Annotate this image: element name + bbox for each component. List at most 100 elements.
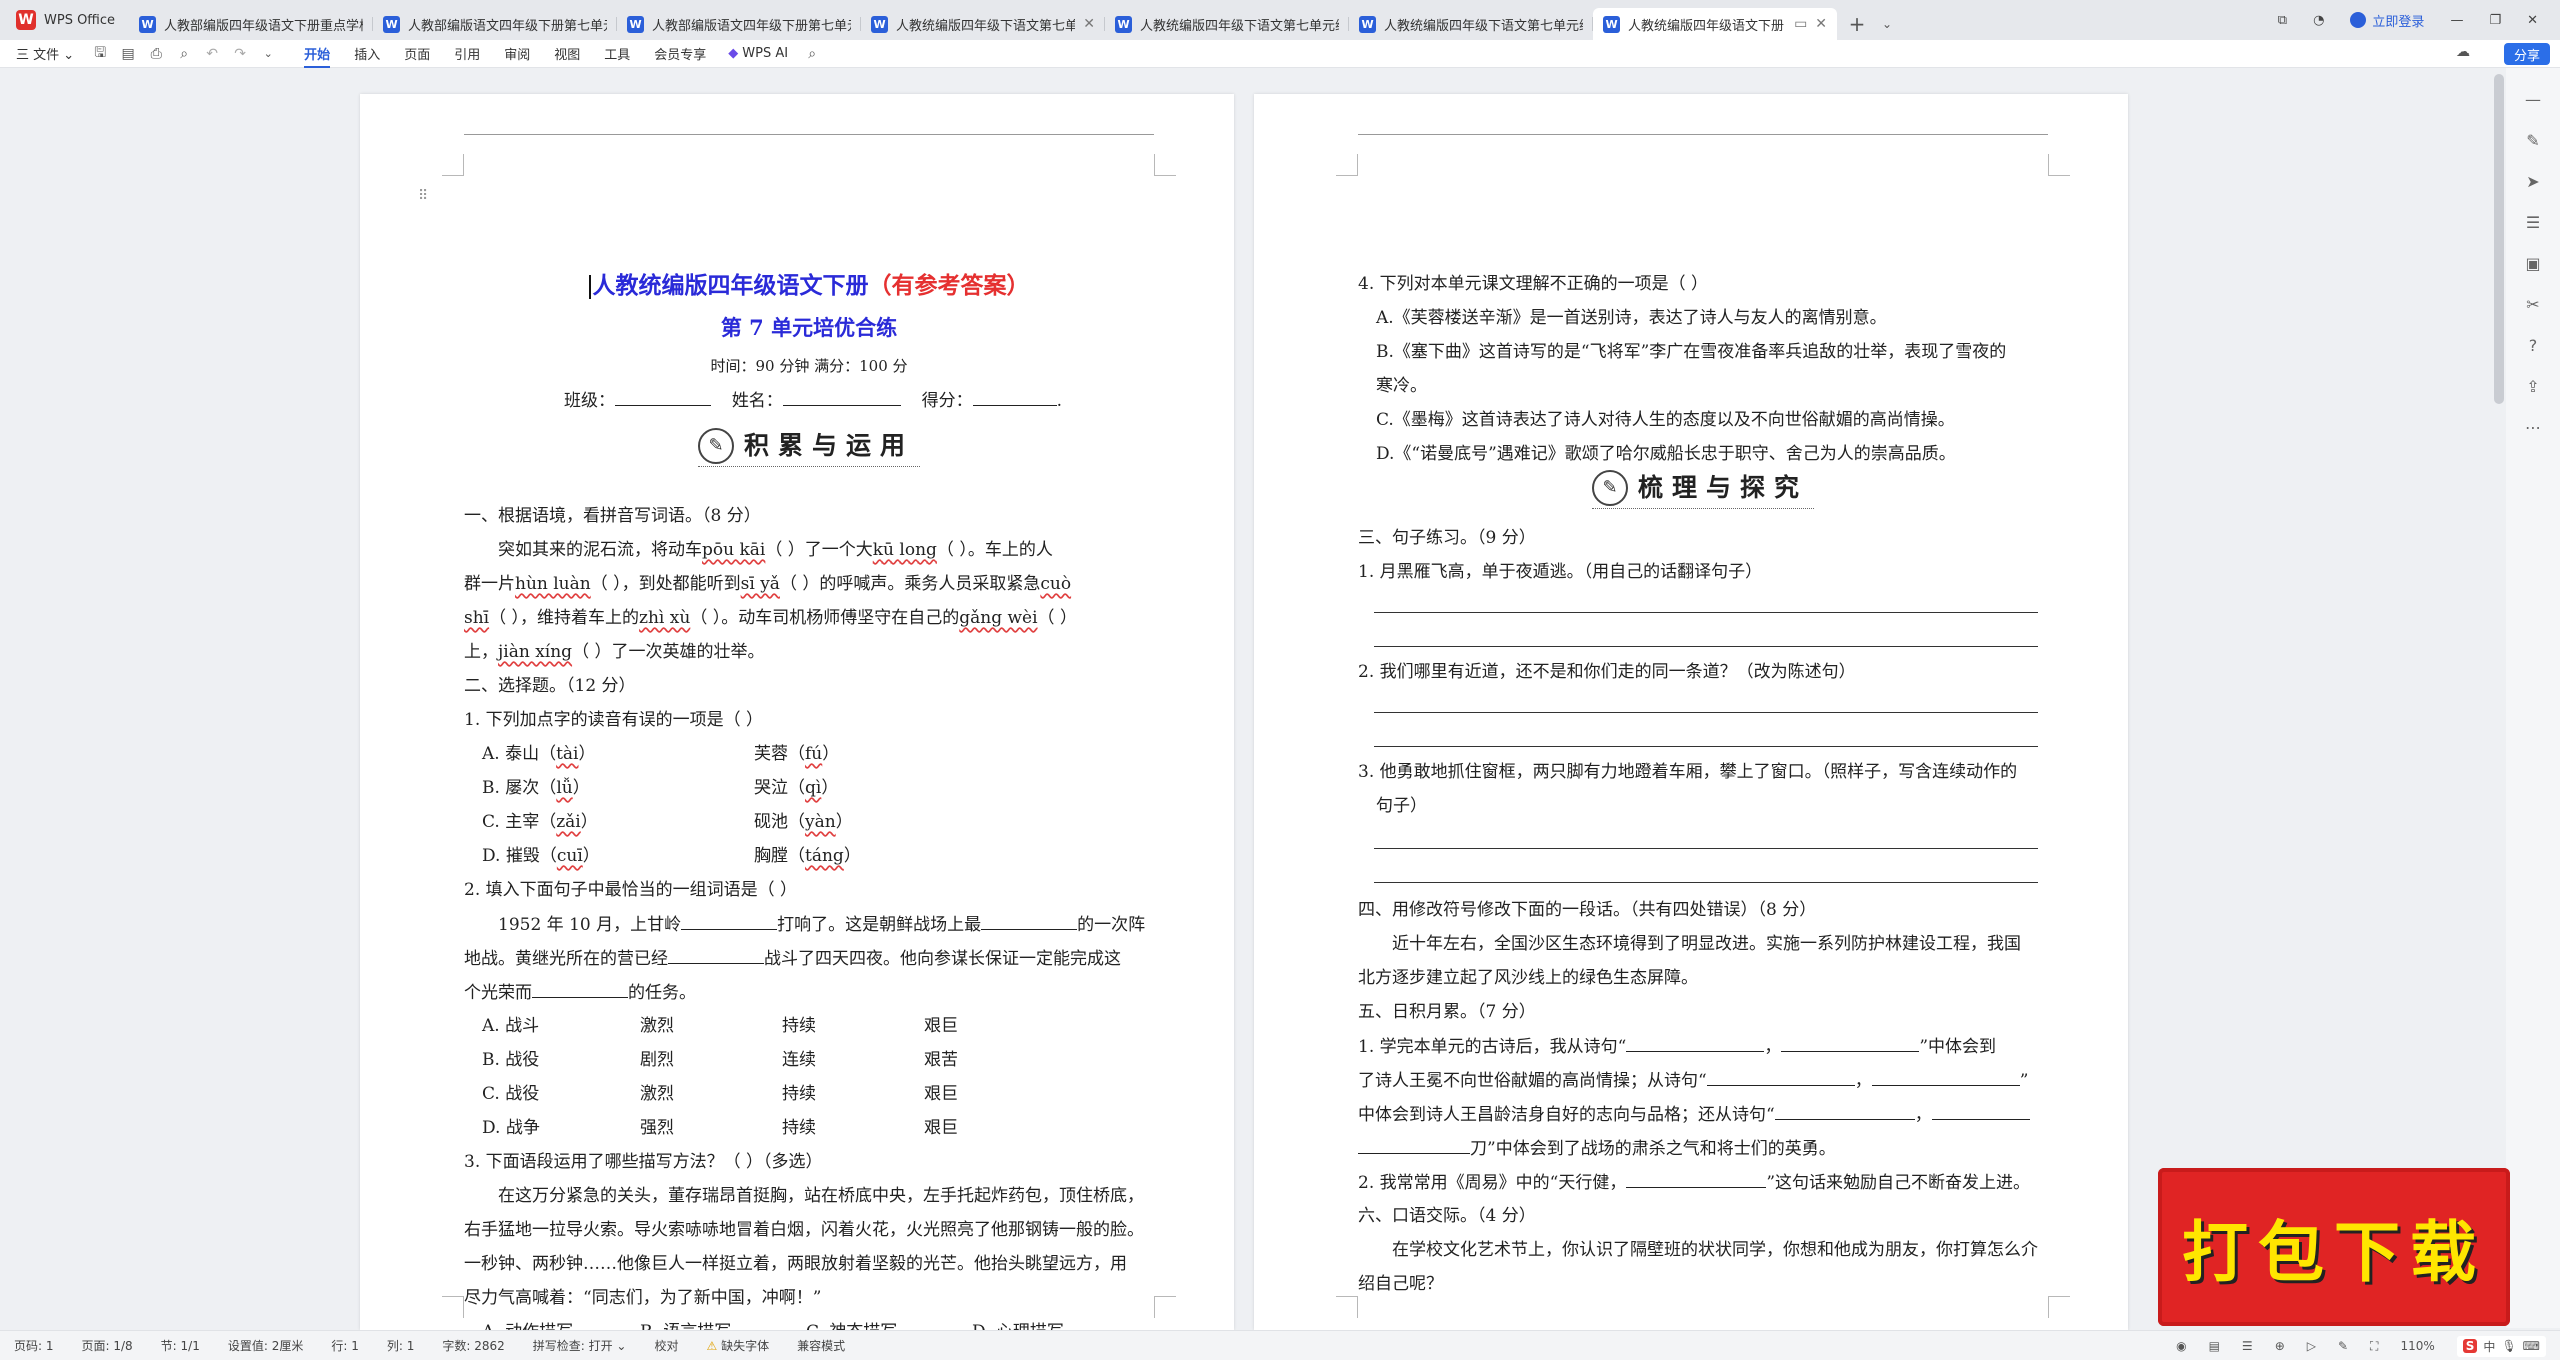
answer-line[interactable] xyxy=(1374,646,2038,647)
image-icon[interactable]: ▣ xyxy=(2525,254,2540,273)
fill-blank[interactable] xyxy=(681,912,778,930)
name-blank[interactable] xyxy=(782,388,901,406)
fit-icon[interactable]: ⛶ xyxy=(2370,1339,2378,1354)
option-row: C. 主宰（zǎi） 砚池（yàn） xyxy=(482,812,853,832)
tab-member[interactable]: 会员专享 xyxy=(642,40,718,68)
fill-blank[interactable] xyxy=(1626,1170,1767,1188)
search-icon[interactable]: ⌕ xyxy=(798,46,826,62)
header-line xyxy=(464,134,1154,135)
status-pages[interactable]: 页面: 1/8 xyxy=(68,1337,147,1354)
answer-line[interactable] xyxy=(1374,882,2038,883)
redo-icon[interactable]: ↷ xyxy=(226,46,254,62)
tab-home[interactable]: 开始 xyxy=(292,40,342,68)
pen-icon[interactable]: ✎ xyxy=(2526,131,2539,150)
question-item: 2. 填入下面句子中最恰当的一组词语是（ ） xyxy=(464,880,798,900)
share-doc-icon[interactable]: ⇪ xyxy=(2526,377,2539,396)
doc-title: 人教统编版四年级语文下册（有参考答案） xyxy=(464,274,1154,299)
outline-icon[interactable]: ☰ xyxy=(2242,1339,2253,1353)
cloud-icon[interactable]: ☁ xyxy=(2456,44,2470,60)
doc-tab-title: 人教部编版四年级语文下册重点学校 xyxy=(164,18,364,34)
answer-line[interactable] xyxy=(1374,746,2038,747)
web-view-icon[interactable]: ⊕ xyxy=(2275,1339,2285,1353)
answer-line[interactable] xyxy=(1374,848,2038,849)
paragraph-line: 近十年左右，全国沙区生态环境得到了明显改进。实施一系列防护林建设工程，我国 xyxy=(1392,934,2021,954)
pdf-icon[interactable]: ▤ xyxy=(114,46,142,62)
tab-tools[interactable]: 工具 xyxy=(592,40,642,68)
close-icon[interactable]: ✕ xyxy=(1815,16,1827,32)
status-missing-font[interactable]: ⚠ 缺失字体 xyxy=(693,1337,784,1354)
restore-icon[interactable]: ❐ xyxy=(2489,13,2501,28)
more-chevron-icon[interactable]: ⌄ xyxy=(254,47,282,60)
layout-icon[interactable]: ⧉ xyxy=(2278,13,2287,28)
tab-insert[interactable]: 插入 xyxy=(342,40,392,68)
document-page-1[interactable]: ⠿ 人教统编版四年级语文下册（有参考答案） 第 7 单元培优合练 时间：90 分… xyxy=(360,94,1234,1330)
status-proof[interactable]: 校对 xyxy=(640,1337,692,1354)
doc-tab[interactable]: W 人教部编版语文四年级下册第七单元 xyxy=(373,8,618,40)
answer-line[interactable] xyxy=(1374,612,2038,613)
status-section[interactable]: 节: 1/1 xyxy=(147,1337,214,1354)
status-words[interactable]: 字数: 2862 xyxy=(428,1337,518,1354)
wps-home-tab[interactable]: W WPS Office xyxy=(0,0,129,40)
fill-blank[interactable] xyxy=(1931,1102,2030,1120)
fill-blank[interactable] xyxy=(1358,1136,1470,1154)
undo-icon[interactable]: ↶ xyxy=(198,46,226,62)
save-icon[interactable]: 🖫 xyxy=(86,42,114,66)
tab-review[interactable]: 审阅 xyxy=(492,40,542,68)
fill-blank[interactable] xyxy=(1871,1068,2020,1086)
class-blank[interactable] xyxy=(615,388,711,406)
vertical-scrollbar[interactable] xyxy=(2494,74,2504,404)
paragraph-line: 2. 我常常用《周易》中的“天行健， ”这句话来勉励自己不断奋发上进。 xyxy=(1358,1170,2048,1195)
fill-blank[interactable] xyxy=(1774,1102,1915,1120)
play-icon[interactable]: ▷ xyxy=(2307,1339,2316,1353)
paragraph-line: shī（ ），维持着车上的zhì xù（ ）。动车司机杨师傅坚守在自己的gǎng… xyxy=(464,608,1077,628)
pen-icon[interactable]: ✎ xyxy=(2338,1339,2348,1353)
close-icon[interactable]: ✕ xyxy=(1083,16,1095,32)
tab-page[interactable]: 页面 xyxy=(392,40,442,68)
status-spell[interactable]: 拼写检查: 打开 ⌄ xyxy=(519,1337,641,1354)
status-setting[interactable]: 设置值: 2厘米 xyxy=(214,1337,318,1354)
zoom-level[interactable]: 110% xyxy=(2400,1339,2434,1353)
monitor-icon[interactable]: ▭ xyxy=(1794,16,1807,32)
fill-blank[interactable] xyxy=(532,980,628,998)
doc-tab[interactable]: W 人教统编版四年级下语文第七单元综 xyxy=(1105,8,1350,40)
login-button[interactable]: 立即登录 xyxy=(2350,11,2424,30)
ime-tray[interactable]: S 中 🎙 ⌨ xyxy=(2456,1335,2546,1357)
fill-blank[interactable] xyxy=(1781,1034,1920,1052)
skin-icon[interactable]: ◔ xyxy=(2313,13,2324,28)
wps-ai-button[interactable]: ◆ WPS AI xyxy=(718,46,798,61)
window-close-icon[interactable]: ✕ xyxy=(2527,13,2538,28)
tab-reference[interactable]: 引用 xyxy=(442,40,492,68)
tab-view[interactable]: 视图 xyxy=(542,40,592,68)
more-icon[interactable]: ⋯ xyxy=(2525,418,2541,437)
score-blank[interactable] xyxy=(972,388,1057,406)
list-icon[interactable]: ☰ xyxy=(2526,213,2540,232)
fill-blank[interactable] xyxy=(981,912,1078,930)
collapse-icon[interactable]: — xyxy=(2525,90,2541,109)
print-icon[interactable]: ⎙ xyxy=(142,46,170,62)
share-button[interactable]: 分享 xyxy=(2503,43,2550,65)
fill-blank[interactable] xyxy=(1626,1034,1765,1052)
doc-tab-active[interactable]: W 人教统编版四年级语文下册 第 ▭ ✕ xyxy=(1593,8,1838,40)
tool-icon[interactable]: ✂ xyxy=(2526,295,2539,314)
fill-blank[interactable] xyxy=(668,946,764,964)
new-tab-button[interactable]: + xyxy=(1837,8,1877,40)
fill-blank[interactable] xyxy=(1706,1068,1855,1086)
doc-tab[interactable]: W 人教部编版语文四年级下册第七单元 xyxy=(617,8,862,40)
cursor-icon[interactable]: ➤ xyxy=(2526,172,2539,191)
status-page-num[interactable]: 页码: 1 xyxy=(0,1337,68,1354)
help-icon[interactable]: ? xyxy=(2529,336,2538,355)
question-item: 句子） xyxy=(1376,796,1427,816)
doc-tab[interactable]: W 人教统编版四年级下语文第七单元 ✕ xyxy=(861,8,1106,40)
eye-icon[interactable]: ◉ xyxy=(2176,1339,2186,1353)
print-preview-icon[interactable]: ⌕ xyxy=(170,46,198,62)
doc-tab[interactable]: W 人教统编版四年级下语文第七单元综 xyxy=(1349,8,1594,40)
download-banner[interactable]: 打包下载 xyxy=(2158,1168,2510,1326)
file-menu[interactable]: 三 文件 ⌄ xyxy=(0,40,86,68)
minimize-icon[interactable]: — xyxy=(2450,13,2463,28)
drag-handle-icon[interactable]: ⠿ xyxy=(418,188,428,204)
doc-tab[interactable]: W 人教部编版四年级语文下册重点学校 xyxy=(129,8,374,40)
tab-list-chevron-icon[interactable]: ⌄ xyxy=(1877,8,1897,40)
answer-line[interactable] xyxy=(1374,712,2038,713)
document-page-2[interactable]: 4. 下列对本单元课文理解不正确的一项是（ ） A.《芙蓉楼送辛渐》是一首送别诗… xyxy=(1254,94,2128,1330)
page-view-icon[interactable]: ▤ xyxy=(2209,1339,2220,1353)
